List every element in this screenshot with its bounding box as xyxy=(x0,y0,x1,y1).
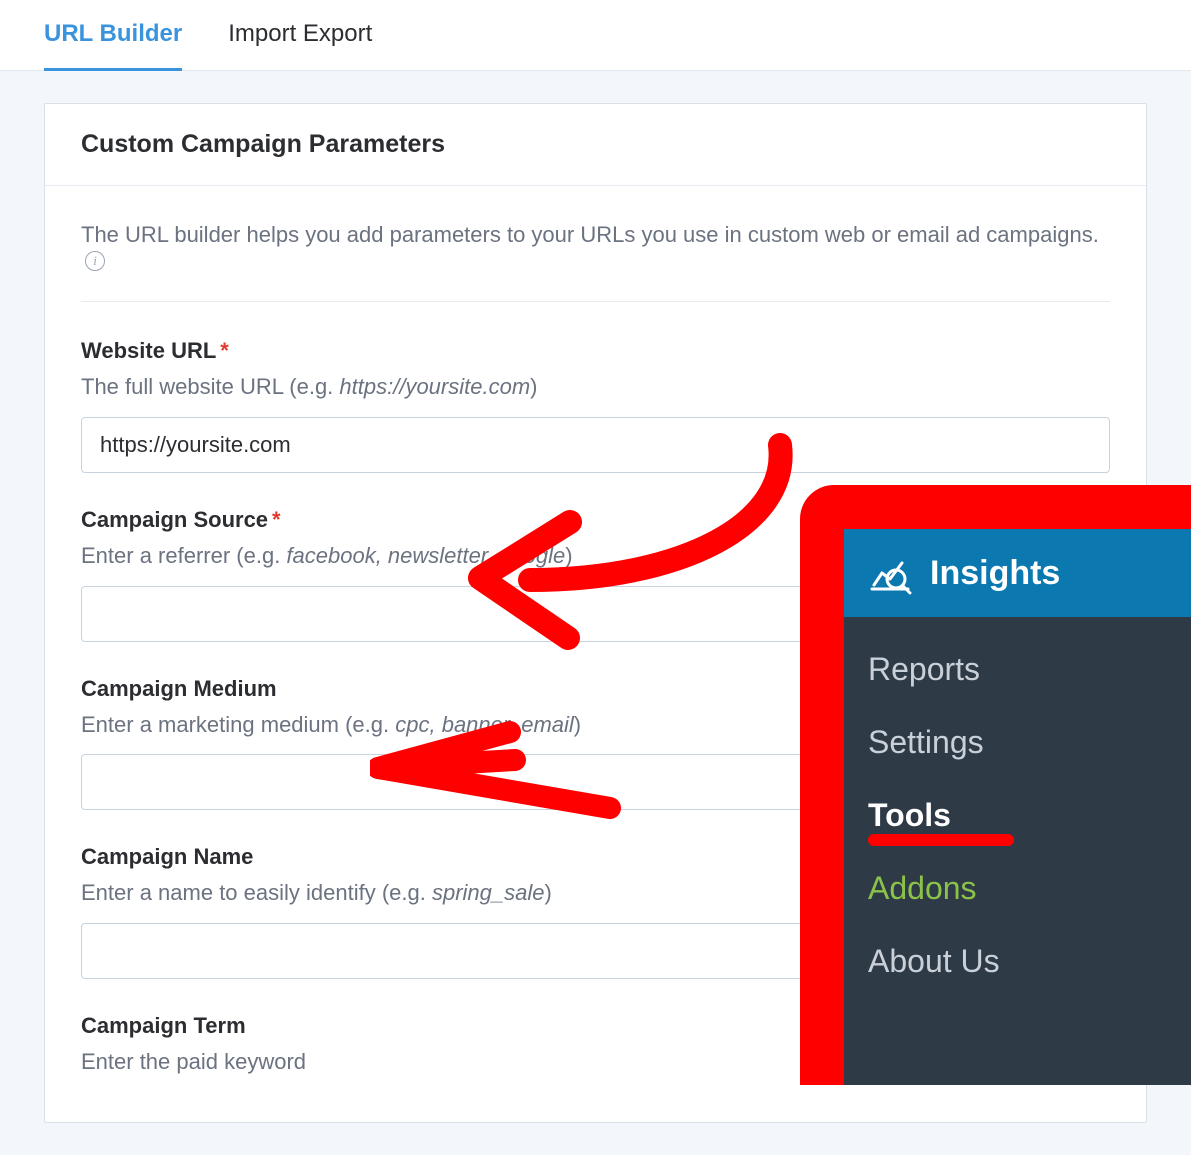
hint-after: ) xyxy=(530,374,537,399)
insights-icon xyxy=(868,551,912,595)
hint-after: ) xyxy=(565,543,572,568)
card-description: The URL builder helps you add parameters… xyxy=(81,222,1099,247)
hint-em: facebook, newsletter, google xyxy=(286,543,565,568)
hint-after: ) xyxy=(544,880,551,905)
hint-em: cpc, banner, email xyxy=(395,712,574,737)
required-marker: * xyxy=(272,507,281,532)
sidebar-item-addons[interactable]: Addons xyxy=(844,852,1191,925)
hint-after: ) xyxy=(574,712,581,737)
hint-before: The full website URL (e.g. xyxy=(81,374,339,399)
hint-before: Enter a marketing medium (e.g. xyxy=(81,712,395,737)
sidebar-item-label: Tools xyxy=(868,797,951,833)
hint-website-url: The full website URL (e.g. https://yours… xyxy=(81,372,1110,403)
hint-before: Enter a referrer (e.g. xyxy=(81,543,286,568)
hint-plain: Enter the paid keyword xyxy=(81,1049,306,1074)
sidebar-item-about-us[interactable]: About Us xyxy=(844,925,1191,998)
annotation-sidebar-frame: Insights Reports Settings Tools Addons A… xyxy=(800,485,1191,1085)
label-text: Campaign Name xyxy=(81,844,253,869)
divider xyxy=(81,301,1110,302)
tab-import-export[interactable]: Import Export xyxy=(228,0,372,70)
sidebar-header-title: Insights xyxy=(930,554,1060,593)
sidebar-item-tools[interactable]: Tools xyxy=(844,779,1191,852)
field-website-url: Website URL* The full website URL (e.g. … xyxy=(81,338,1110,473)
label-text: Website URL xyxy=(81,338,216,363)
label-text: Campaign Source xyxy=(81,507,268,532)
sidebar-item-reports[interactable]: Reports xyxy=(844,617,1191,706)
annotation-underline xyxy=(868,834,1014,846)
sidebar-header[interactable]: Insights xyxy=(844,529,1191,617)
hint-em: https://yoursite.com xyxy=(339,374,530,399)
hint-before: Enter a name to easily identify (e.g. xyxy=(81,880,432,905)
sidebar: Insights Reports Settings Tools Addons A… xyxy=(844,529,1191,1085)
sidebar-item-settings[interactable]: Settings xyxy=(844,706,1191,779)
label-text: Campaign Medium xyxy=(81,676,277,701)
hint-em: spring_sale xyxy=(432,880,545,905)
info-icon[interactable]: i xyxy=(85,251,105,271)
label-website-url: Website URL* xyxy=(81,338,1110,364)
tabs-bar: URL Builder Import Export xyxy=(0,0,1191,71)
tab-url-builder[interactable]: URL Builder xyxy=(44,0,182,70)
required-marker: * xyxy=(220,338,229,363)
card-title: Custom Campaign Parameters xyxy=(81,130,1110,159)
card-header: Custom Campaign Parameters xyxy=(45,104,1146,186)
label-text: Campaign Term xyxy=(81,1013,246,1038)
input-website-url[interactable] xyxy=(81,417,1110,473)
